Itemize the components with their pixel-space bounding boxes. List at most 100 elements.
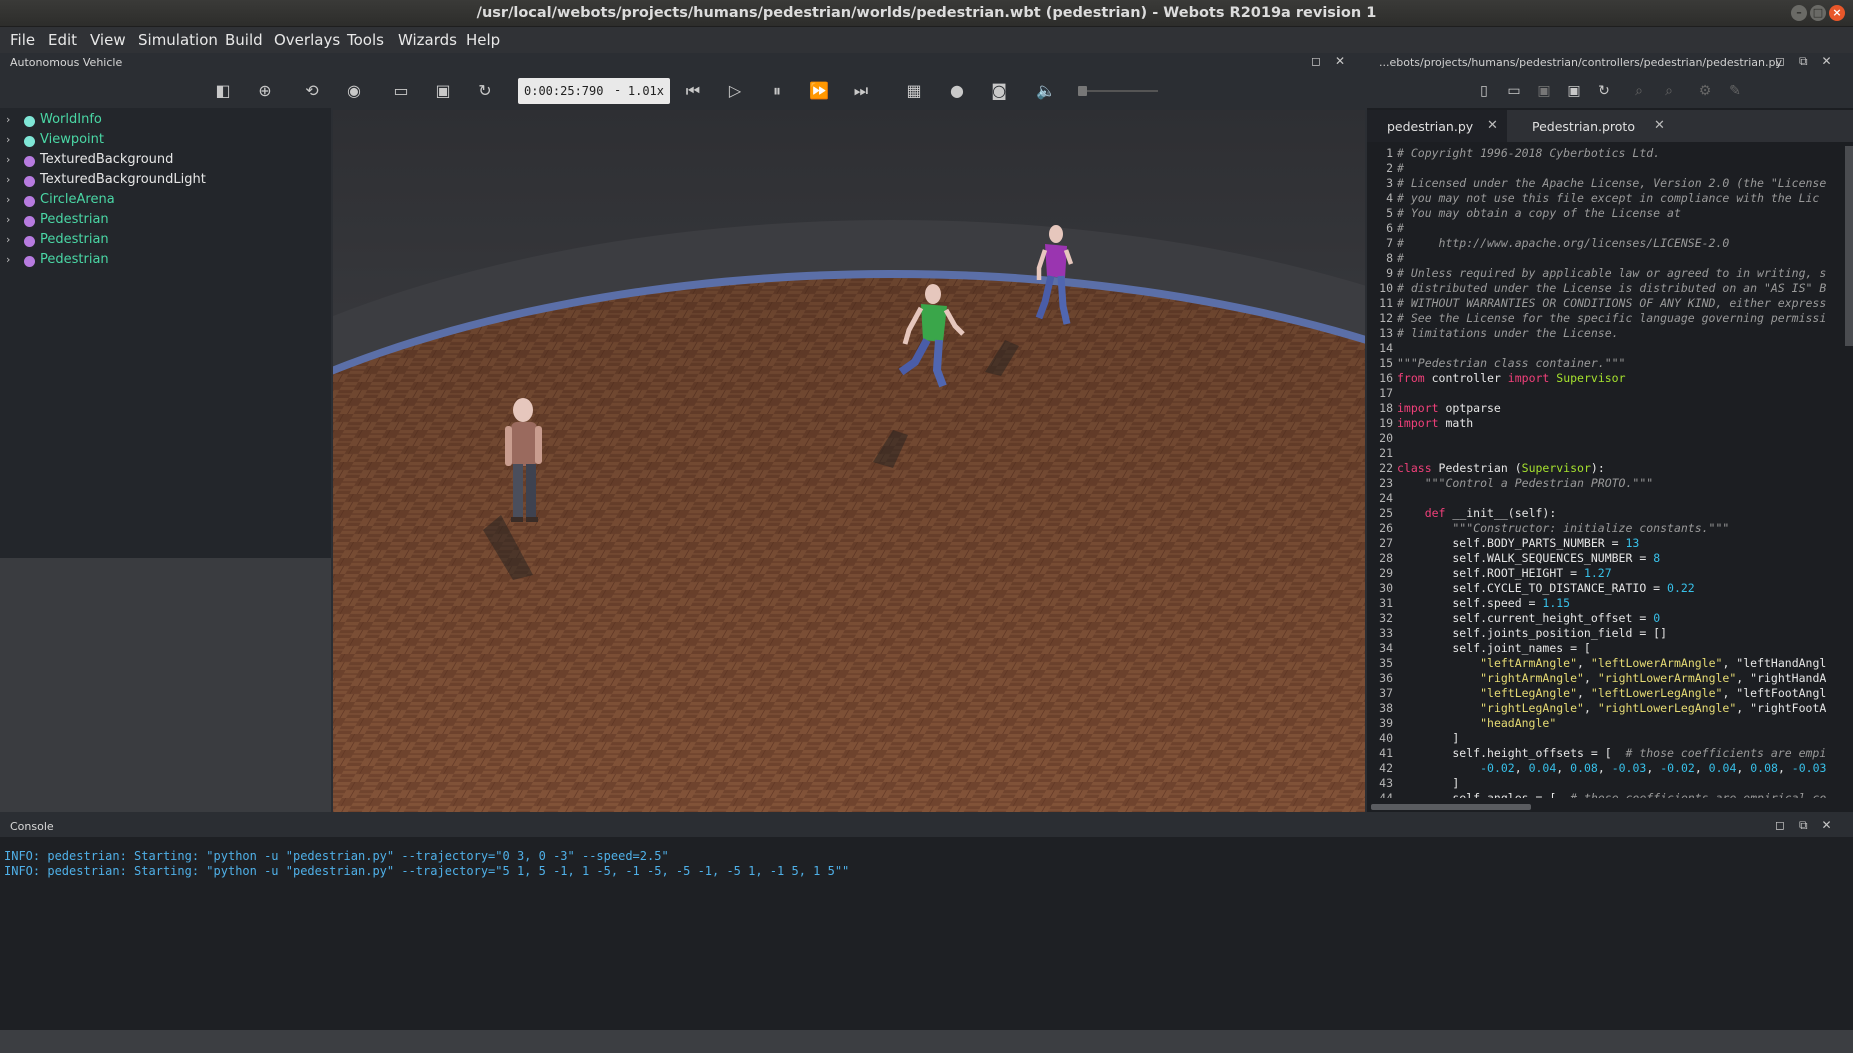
code-line: 21 [1367,446,1397,461]
node-dot-icon [24,136,35,147]
expand-arrow-icon[interactable]: › [6,113,10,126]
menu-file[interactable]: File [10,31,35,49]
build-icon[interactable]: ⚙ [1694,80,1716,102]
tab-pedestrian-proto[interactable]: Pedestrian.proto ✕ [1512,110,1665,142]
code-line: 41 self.height_offsets = [ # those coeff… [1367,746,1826,761]
undock-icon[interactable]: ⧉ [1799,818,1808,833]
close-panel-icon[interactable]: ✕ [1335,54,1345,68]
reset-view-icon[interactable]: ⟲ [301,80,323,102]
new-file-icon[interactable]: ▯ [1473,80,1495,102]
code-area[interactable]: 1 # Copyright 1996-2018 Cyberbotics Ltd. 2… [1367,146,1845,798]
line-number: 16 [1379,371,1393,385]
tab-pedestrian-py[interactable]: pedestrian.py ✕ [1367,110,1507,142]
expand-arrow-icon[interactable]: › [6,133,10,146]
node-dot-icon [24,116,35,127]
tree-item-pedestrian[interactable]: › Pedestrian [0,211,331,231]
record-icon[interactable]: ● [946,80,968,102]
undock-icon[interactable]: ⧉ [1799,54,1808,69]
open-file-icon[interactable]: ▭ [1503,80,1525,102]
console-header: Console ◻ ⧉ ✕ [0,815,1853,837]
line-number: 19 [1379,416,1393,430]
open-folder-icon[interactable]: ▭ [390,80,412,102]
clean-icon[interactable]: ✎ [1724,80,1746,102]
volume-slider[interactable] [1078,86,1158,96]
expand-arrow-icon[interactable]: › [6,253,10,266]
maximize-button[interactable]: □ [1810,5,1826,21]
line-number: 39 [1379,716,1393,730]
tree-item-worldinfo[interactable]: › WorldInfo [0,111,331,131]
menu-tools[interactable]: Tools [347,31,384,49]
code-line: 12 # See the License for the specific lan… [1367,311,1826,326]
menu-build[interactable]: Build [225,31,263,49]
tree-item-label: TexturedBackgroundLight [40,172,206,187]
menu-help[interactable]: Help [466,31,500,49]
float-panel-icon[interactable]: ◻ [1775,818,1785,833]
volume-knob[interactable] [1078,86,1087,96]
code-line: 44 self.angles = [ # those coefficients … [1367,791,1826,798]
expand-arrow-icon[interactable]: › [6,233,10,246]
tab-label: pedestrian.py [1387,119,1474,134]
menu-wizards[interactable]: Wizards [398,31,457,49]
line-number: 5 [1386,206,1393,220]
tree-item-circlearena[interactable]: › CircleArena [0,191,331,211]
editor-horizontal-scrollbar[interactable] [1371,804,1531,810]
float-panel-icon[interactable]: ◻ [1775,54,1785,69]
code-line: 29 self.ROOT_HEIGHT = 1.27 [1367,566,1612,581]
eye-icon[interactable]: ◉ [343,80,365,102]
mute-icon[interactable]: 🔈 [1035,80,1057,102]
line-number: 6 [1386,221,1393,235]
camera-icon[interactable]: ◙ [988,80,1010,102]
replace-icon[interactable]: ⌕ [1658,80,1680,102]
revert-icon[interactable]: ↻ [1593,80,1615,102]
scene-tree: › WorldInfo › Viewpoint › TexturedBackgr… [0,108,331,558]
line-number: 20 [1379,431,1393,445]
code-line: 10 # distributed under the License is dis… [1367,281,1826,296]
tree-item-texturedbackground[interactable]: › TexturedBackground [0,151,331,171]
simulation-time: 0:00:25:790 [524,84,604,98]
fastest-icon[interactable]: ⏭ [850,80,872,102]
close-panel-icon[interactable]: ✕ [1822,818,1832,833]
close-tab-icon[interactable]: ✕ [1654,118,1665,133]
editor-dock-buttons: ◻ ⧉ ✕ [1775,54,1832,69]
code-line: 7 # http://www.apache.org/licenses/LICENS… [1367,236,1729,251]
pause-icon[interactable]: ⏸ [766,80,788,102]
close-button[interactable]: × [1829,5,1845,21]
add-node-icon[interactable]: ⊕ [254,80,276,102]
node-dot-icon [24,176,35,187]
expand-arrow-icon[interactable]: › [6,193,10,206]
tree-item-texturedbackgroundlight[interactable]: › TexturedBackgroundLight [0,171,331,191]
tree-item-pedestrian[interactable]: › Pedestrian [0,251,331,271]
tree-item-pedestrian[interactable]: › Pedestrian [0,231,331,251]
editor-vertical-scrollbar[interactable] [1845,146,1853,346]
line-number: 24 [1379,491,1393,505]
code-line: 42 -0.02, 0.04, 0.08, -0.03, -0.02, 0.04… [1367,761,1826,776]
minimize-button[interactable]: – [1791,5,1807,21]
expand-arrow-icon[interactable]: › [6,173,10,186]
float-panel-icon[interactable]: ◻ [1311,54,1321,68]
reload-icon[interactable]: ↻ [474,80,496,102]
simulation-speed: 1.01x [627,84,664,98]
step-back-icon[interactable]: ⏮ [682,80,704,102]
find-icon[interactable]: ⌕ [1628,80,1650,102]
save-all-icon[interactable]: ▣ [1563,80,1585,102]
code-line: 19 import math [1367,416,1473,431]
console-line: INFO: pedestrian: Starting: "python -u "… [4,849,669,863]
movie-icon[interactable]: ▦ [903,80,925,102]
menu-view[interactable]: View [90,31,126,49]
play-icon[interactable]: ▷ [724,80,746,102]
menu-overlays[interactable]: Overlays [274,31,340,49]
volume-track [1078,90,1158,92]
expand-arrow-icon[interactable]: › [6,153,10,166]
close-panel-icon[interactable]: ✕ [1822,54,1832,69]
tree-item-viewpoint[interactable]: › Viewpoint [0,131,331,151]
3d-view[interactable] [333,110,1365,812]
close-tab-icon[interactable]: ✕ [1487,118,1498,133]
console-output[interactable]: INFO: pedestrian: Starting: "python -u "… [0,837,1853,1030]
save-file-icon[interactable]: ▣ [1533,80,1555,102]
save-icon[interactable]: ▣ [432,80,454,102]
menu-simulation[interactable]: Simulation [138,31,218,49]
menu-edit[interactable]: Edit [48,31,77,49]
fast-forward-icon[interactable]: ⏩ [808,80,830,102]
expand-arrow-icon[interactable]: › [6,213,10,226]
toggle-panel-icon[interactable]: ◧ [212,80,234,102]
